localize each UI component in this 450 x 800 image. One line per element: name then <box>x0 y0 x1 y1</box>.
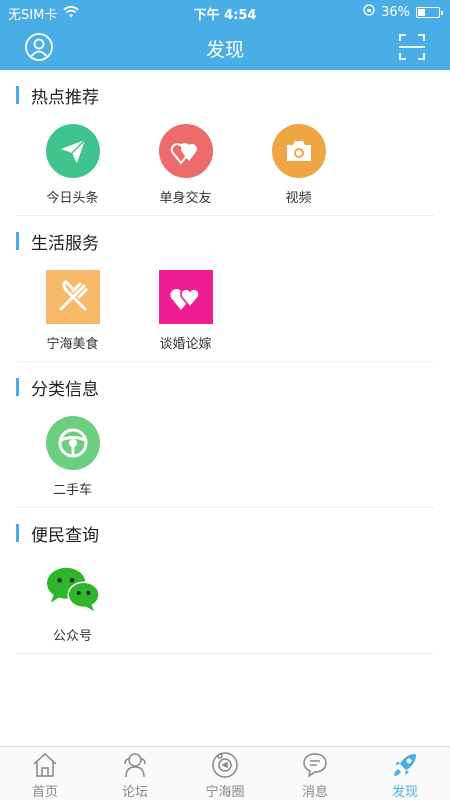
item-label: 视频 <box>285 191 312 206</box>
hearts-icon <box>158 270 213 324</box>
hearts-icon <box>158 124 213 178</box>
camera-icon <box>271 124 326 178</box>
status-bar: 无SIM卡 下午 4:54 36% <box>0 0 450 24</box>
page-title: 发现 <box>205 39 244 61</box>
tab-discover[interactable]: 发现 <box>360 747 450 800</box>
item-label: 谈婚论嫁 <box>159 337 212 352</box>
home-icon <box>33 752 57 777</box>
tab-messages[interactable]: 消息 <box>270 747 360 800</box>
item-used-cars[interactable]: 二手车 <box>16 416 129 498</box>
tab-label: 论坛 <box>121 785 148 800</box>
section-title: 生活服务 <box>31 233 99 254</box>
section-accent-bar <box>16 86 19 104</box>
tab-label: 宁海圈 <box>205 785 245 800</box>
tab-ninghai-circle[interactable]: 宁海圈 <box>180 747 270 800</box>
item-label: 二手车 <box>52 483 92 498</box>
wechat-icon <box>46 562 100 616</box>
section-accent-bar <box>16 378 19 396</box>
fork-knife-icon <box>45 270 100 324</box>
rotation-lock-icon <box>363 4 375 20</box>
paper-plane-icon <box>45 124 100 178</box>
item-official-accounts[interactable]: 公众号 <box>16 562 129 644</box>
scan-icon[interactable] <box>397 32 427 62</box>
tab-home[interactable]: 首页 <box>0 747 90 800</box>
tab-label: 发现 <box>391 785 418 800</box>
section-title: 分类信息 <box>31 379 99 400</box>
section-accent-bar <box>16 232 19 250</box>
item-label: 单身交友 <box>159 191 212 206</box>
battery-percent: 36% <box>381 4 410 20</box>
item-local-food[interactable]: 宁海美食 <box>16 270 129 352</box>
section-title: 热点推荐 <box>31 87 99 108</box>
rocket-icon <box>394 754 416 776</box>
item-label: 公众号 <box>52 629 92 644</box>
item-video[interactable]: 视频 <box>242 124 355 206</box>
section-title: 便民查询 <box>31 525 99 546</box>
forum-icon <box>124 753 146 778</box>
section-classified-info: 分类信息 二手车 <box>16 362 434 508</box>
section-accent-bar <box>16 524 19 542</box>
item-marriage[interactable]: 谈婚论嫁 <box>129 270 242 352</box>
tab-label: 首页 <box>31 785 58 800</box>
tab-forum[interactable]: 论坛 <box>90 747 180 800</box>
circle-icon <box>212 752 238 778</box>
item-label: 宁海美食 <box>46 337 99 352</box>
tab-bar: 首页 论坛 宁海圈 消息 发现 <box>0 746 450 800</box>
tab-label: 消息 <box>301 785 328 800</box>
discover-content: 热点推荐 今日头条 单身交友 视频 生活服务 宁海美食 谈婚论嫁 分类信息 二手… <box>0 70 450 746</box>
nav-bar: 发现 <box>0 24 450 70</box>
section-convenience-query: 便民查询 公众号 <box>16 508 434 654</box>
section-hot-recommend: 热点推荐 今日头条 单身交友 视频 <box>16 70 434 216</box>
item-label: 今日头条 <box>46 191 99 206</box>
steering-wheel-icon <box>45 416 100 470</box>
battery-icon <box>416 6 443 18</box>
item-singles-dating[interactable]: 单身交友 <box>129 124 242 206</box>
section-life-services: 生活服务 宁海美食 谈婚论嫁 <box>16 216 434 362</box>
message-icon <box>303 753 327 778</box>
item-headlines[interactable]: 今日头条 <box>16 124 129 206</box>
